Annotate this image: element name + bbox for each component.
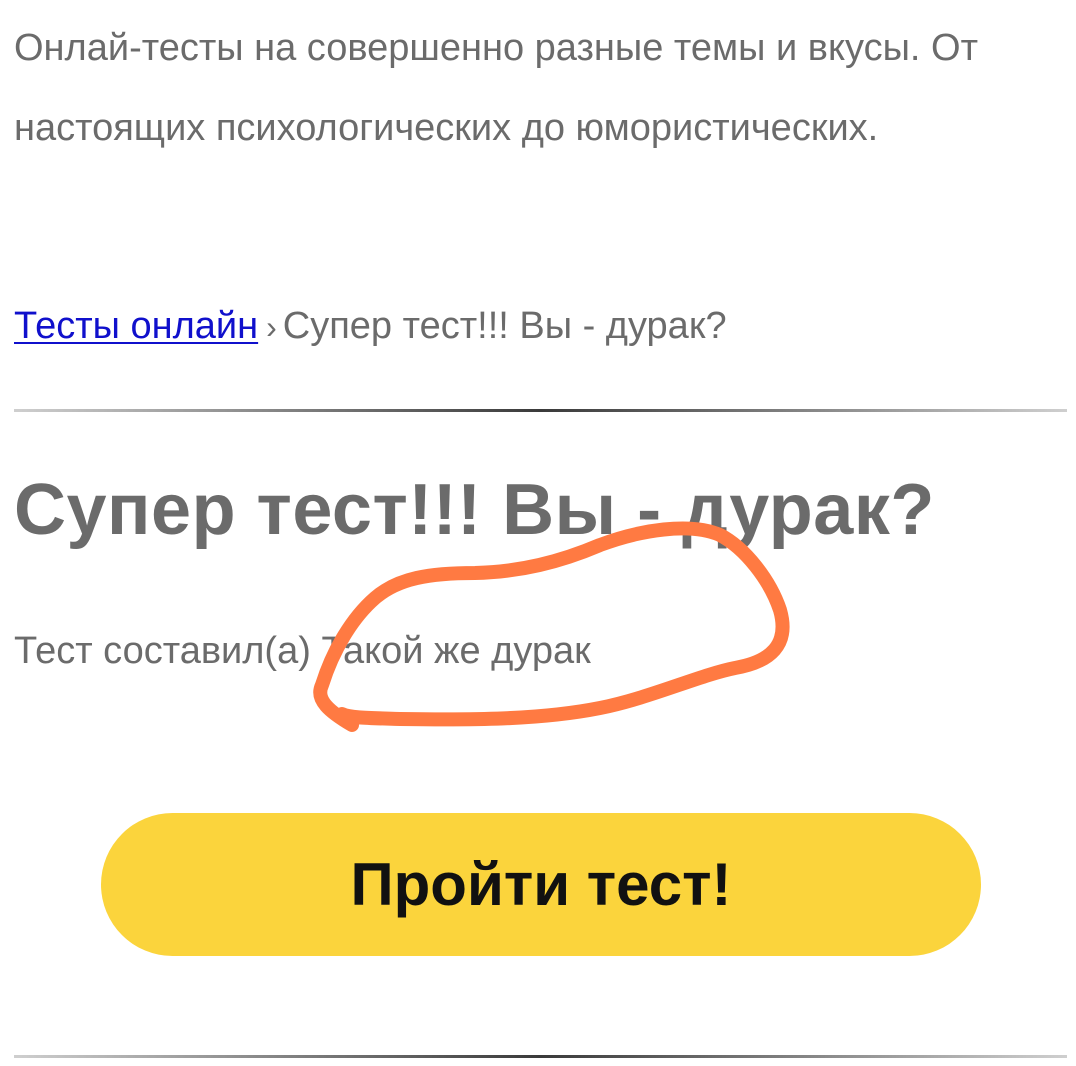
breadcrumb-link-tests-online[interactable]: Тесты онлайн xyxy=(14,305,258,347)
start-test-button[interactable]: Пройти тест! xyxy=(101,813,981,956)
author-prefix: Тест составил(а) xyxy=(14,630,311,672)
intro-text: Онлай-тесты на совершенно разные темы и … xyxy=(14,27,979,149)
page-title: Супер тест!!! Вы - дурак? xyxy=(14,470,935,550)
divider-bottom xyxy=(14,1055,1067,1058)
breadcrumb: Тесты онлайн › Супер тест!!! Вы - дурак? xyxy=(14,298,1054,355)
test-author: Тест составил(а) Такой же дурак xyxy=(14,625,591,677)
breadcrumb-separator: › xyxy=(266,309,277,345)
breadcrumb-current: Супер тест!!! Вы - дурак? xyxy=(282,305,727,347)
divider-top xyxy=(14,409,1067,412)
author-name: Такой же дурак xyxy=(321,630,591,672)
